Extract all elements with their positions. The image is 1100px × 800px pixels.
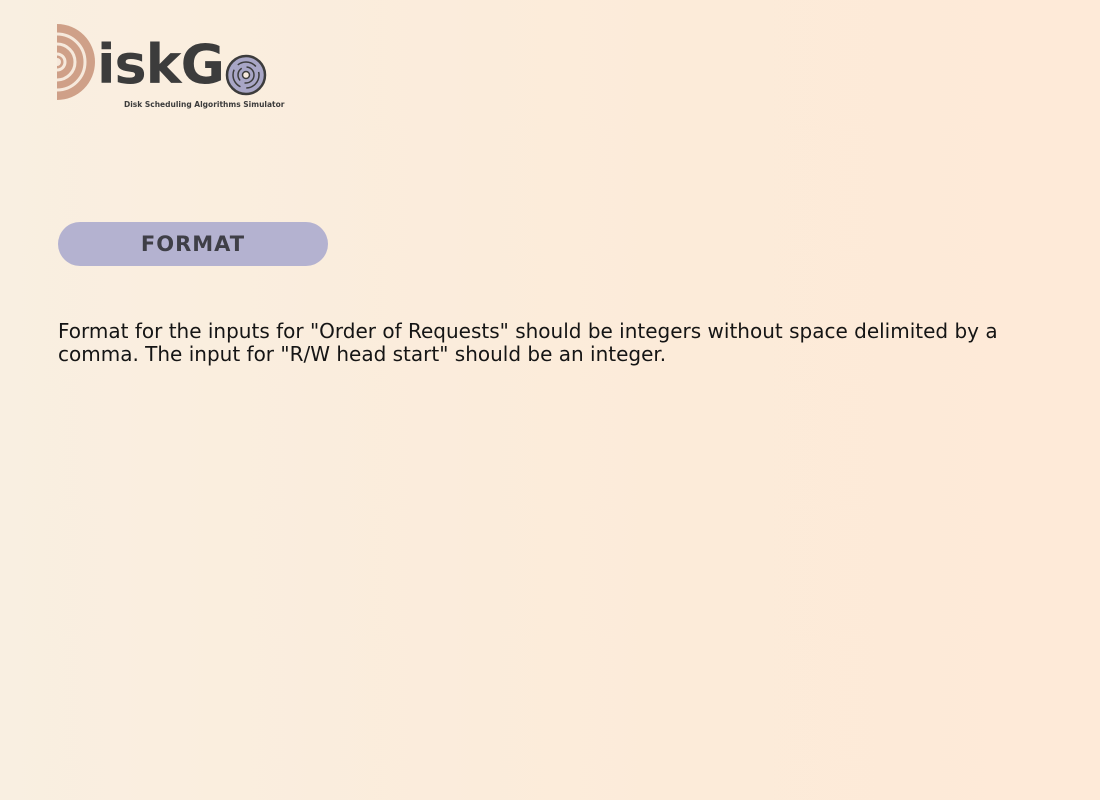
disk-d-icon	[57, 24, 95, 100]
format-section-title: FORMAT	[140, 232, 246, 256]
logo-wordmark: iskG	[97, 33, 225, 96]
logo-subtitle: Disk Scheduling Algorithms Simulator	[124, 100, 285, 109]
app-logo: iskG Disk Scheduling Algorithms Simulato…	[57, 24, 284, 110]
format-section-header: FORMAT	[58, 222, 328, 266]
disk-o-icon	[225, 54, 267, 96]
format-description: Format for the inputs for "Order of Requ…	[58, 319, 998, 366]
